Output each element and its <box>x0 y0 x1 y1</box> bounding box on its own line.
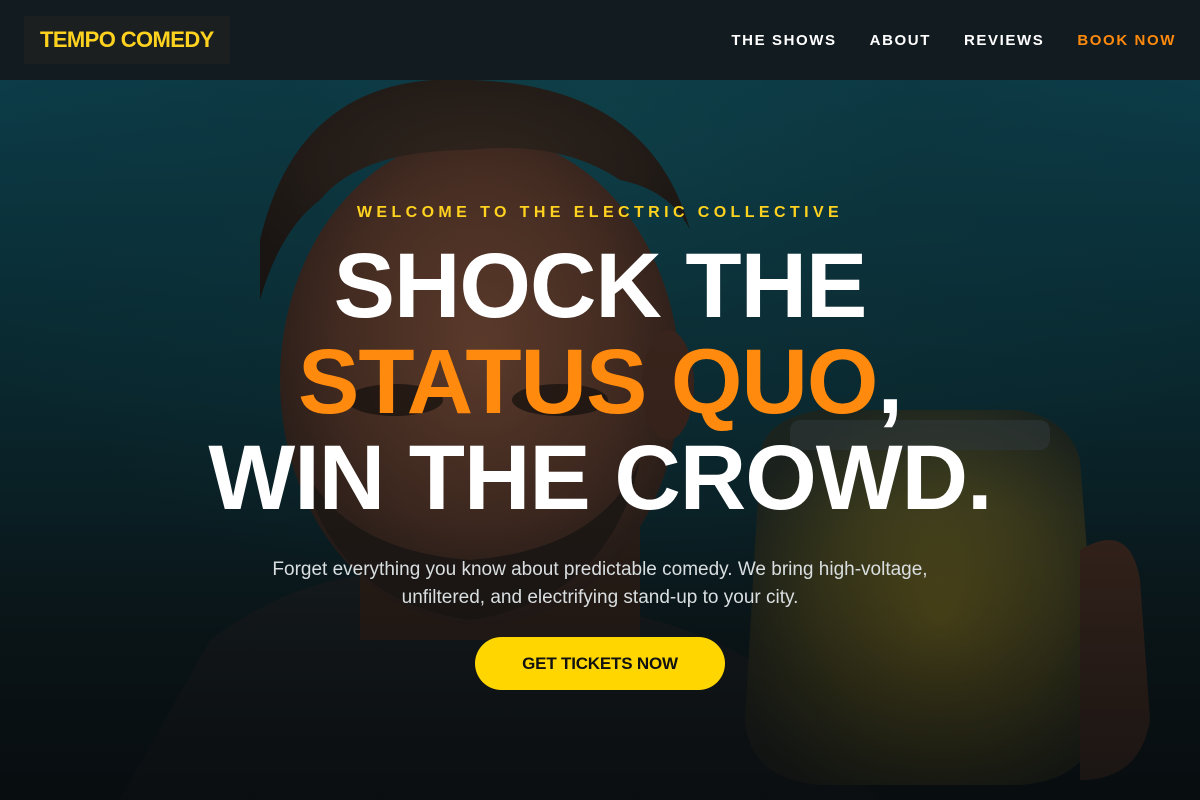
headline-line-3: WIN THE CROWD. <box>208 427 992 529</box>
nav-link-about[interactable]: ABOUT <box>870 32 931 49</box>
hero-subtitle: Forget everything you know about predict… <box>272 559 928 608</box>
nav-link-book-now[interactable]: BOOK NOW <box>1077 32 1176 49</box>
get-tickets-button[interactable]: GET TICKETS NOW <box>475 637 725 690</box>
hero-section: WELCOME TO THE ELECTRIC COLLECTIVE SHOCK… <box>0 80 1200 800</box>
hero-eyebrow: WELCOME TO THE ELECTRIC COLLECTIVE <box>356 204 844 221</box>
headline-accent: STATUS QUO <box>297 331 878 433</box>
hero-headline: SHOCK THE STATUS QUO, WIN THE CROWD. <box>0 238 1200 526</box>
headline-line-2: STATUS QUO, <box>0 334 1200 430</box>
nav-link-reviews[interactable]: REVIEWS <box>964 32 1044 49</box>
top-navigation: TEMPO COMEDY THE SHOWS ABOUT REVIEWS BOO… <box>0 0 1200 80</box>
headline-comma: , <box>877 331 903 433</box>
headline-line-1: SHOCK THE <box>333 235 868 337</box>
nav-link-the-shows[interactable]: THE SHOWS <box>731 32 836 49</box>
hero-content: WELCOME TO THE ELECTRIC COLLECTIVE SHOCK… <box>0 80 1200 800</box>
nav-links: THE SHOWS ABOUT REVIEWS BOOK NOW <box>731 32 1176 49</box>
site-logo[interactable]: TEMPO COMEDY <box>24 16 230 64</box>
